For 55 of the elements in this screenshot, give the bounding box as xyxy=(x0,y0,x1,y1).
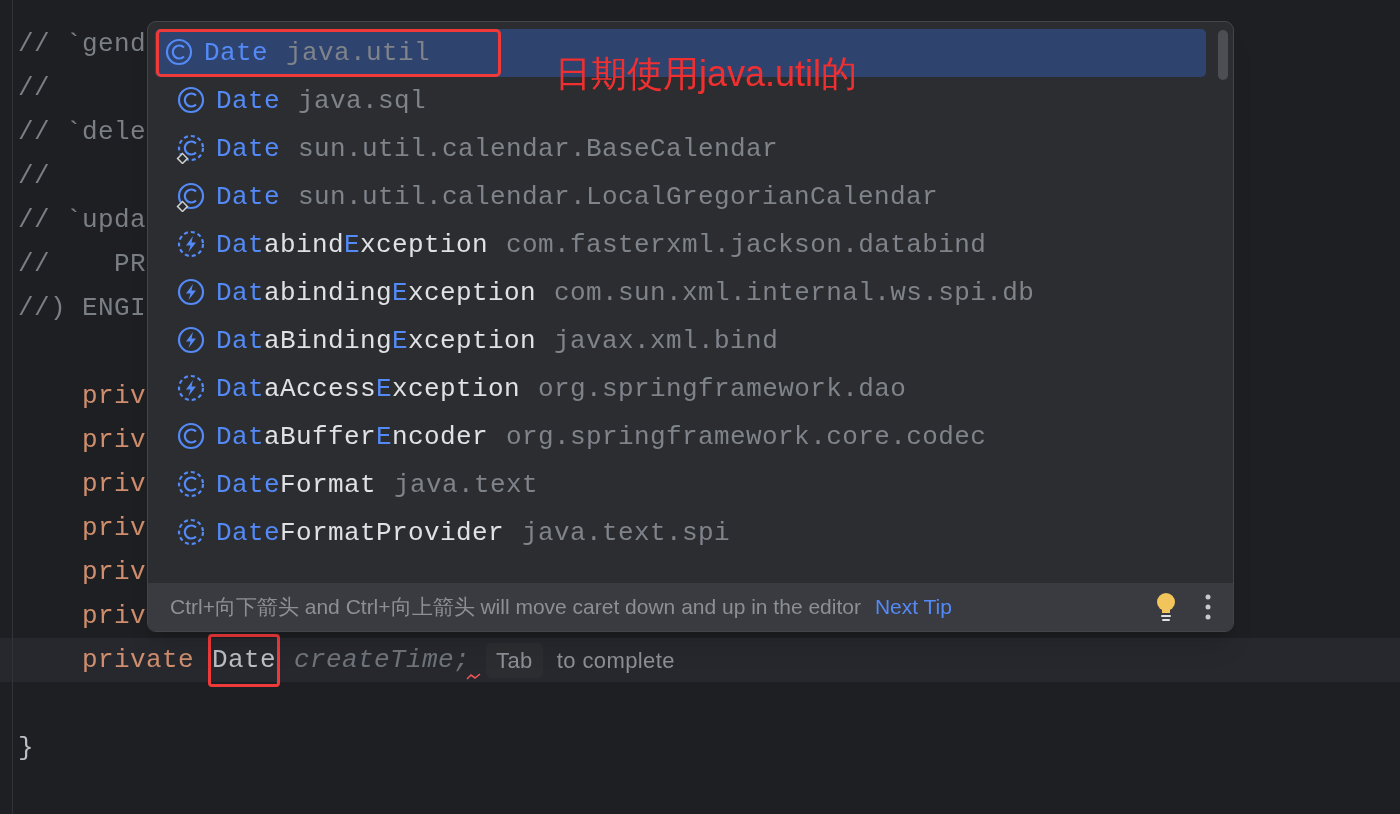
completion-item[interactable]: Date sun.util.calendar.LocalGregorianCalendar xyxy=(155,173,1206,221)
code-text: // xyxy=(18,71,50,105)
package-name: java.util xyxy=(286,36,431,70)
completion-item[interactable]: DataBufferEncoder org.springframework.core.codec xyxy=(155,413,1206,461)
class-name: Date xyxy=(216,132,280,166)
class-name: Date xyxy=(216,180,280,214)
code-text: createTime; xyxy=(294,643,471,677)
key-hint: Tab xyxy=(486,642,543,678)
code-text: // `dele xyxy=(18,115,147,149)
scrollbar-thumb[interactable] xyxy=(1218,30,1228,80)
class-name: Date xyxy=(204,36,268,70)
code-text: //) ENGI xyxy=(18,291,147,325)
class-name: DatabindException xyxy=(216,228,489,262)
completion-item[interactable]: DatabindException com.fasterxml.jackson.databind xyxy=(155,221,1206,269)
package-name: java.sql xyxy=(298,84,427,118)
class-name: DataBufferEncoder xyxy=(216,420,489,454)
package-name: javax.xml.bind xyxy=(554,324,779,358)
code-text: priv xyxy=(81,511,147,545)
code-text: priv xyxy=(81,555,147,589)
package-name: java.text.spi xyxy=(522,516,731,550)
code-text: priv xyxy=(81,379,147,413)
code-text: priv xyxy=(81,599,147,633)
package-name: org.springframework.core.codec xyxy=(506,420,987,454)
package-name: com.sun.xml.internal.ws.spi.db xyxy=(554,276,1035,310)
lightbulb-icon[interactable] xyxy=(1155,592,1177,622)
completion-item[interactable]: DateFormatProvider java.text.spi xyxy=(155,509,1206,557)
tip-text: Ctrl+向下箭头 and Ctrl+向上箭头 will move caret down and up in the editor xyxy=(170,594,861,621)
class-name: DataBindingException xyxy=(216,324,537,358)
code-text: // `gend xyxy=(18,27,147,61)
completion-item[interactable]: DateFormat java.text xyxy=(155,461,1206,509)
package-name: com.fasterxml.jackson.databind xyxy=(506,228,987,262)
more-options-icon[interactable] xyxy=(1205,594,1211,620)
completion-item[interactable]: DataBindingException javax.xml.bind xyxy=(155,317,1206,365)
code-text: // xyxy=(18,159,50,193)
completion-item[interactable]: Date sun.util.calendar.BaseCalendar xyxy=(155,125,1206,173)
code-text: priv xyxy=(81,423,147,457)
class-name: DatabindingException xyxy=(216,276,537,310)
package-name: sun.util.calendar.LocalGregorianCalendar xyxy=(298,180,939,214)
outlined-code-token: Date xyxy=(208,633,281,687)
completion-item[interactable]: DatabindingException com.sun.xml.internal.ws.spi.db xyxy=(155,269,1206,317)
package-name: java.text xyxy=(394,468,539,502)
package-name: org.springframework.dao xyxy=(538,372,907,406)
code-text: priv xyxy=(81,467,147,501)
completion-item[interactable]: DataAccessException org.springframework.dao xyxy=(155,365,1206,413)
package-name: sun.util.calendar.BaseCalendar xyxy=(298,132,779,166)
class-name: Date xyxy=(216,84,280,118)
class-name: DateFormat xyxy=(216,468,377,502)
class-name: DataAccessException xyxy=(216,372,521,406)
code-text: } xyxy=(18,731,34,765)
code-text: private xyxy=(81,643,195,677)
code-text: // `upda xyxy=(18,203,147,237)
error-underline-icon xyxy=(466,672,483,680)
hint-text: to complete xyxy=(556,646,675,675)
code-text: // PR xyxy=(18,247,147,281)
class-name: DateFormatProvider xyxy=(216,516,505,550)
